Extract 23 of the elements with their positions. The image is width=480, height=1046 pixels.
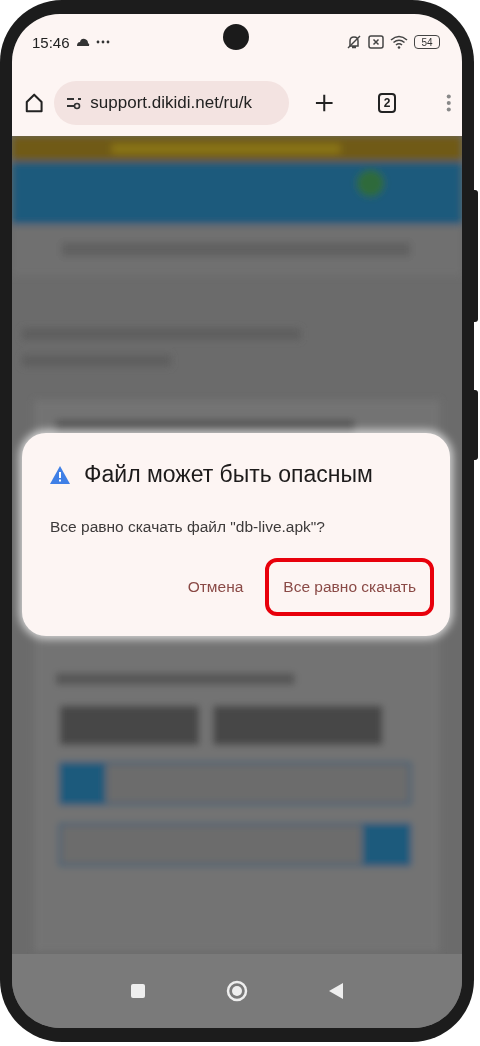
home-icon[interactable] <box>24 92 45 114</box>
home-circle-icon[interactable] <box>226 980 248 1002</box>
muted-bell-icon <box>346 34 362 50</box>
menu-icon[interactable] <box>446 93 452 113</box>
warning-icon <box>50 465 70 484</box>
plus-icon[interactable] <box>315 93 334 113</box>
clock-time: 15:46 <box>32 33 70 51</box>
camera-hole <box>223 24 249 50</box>
square-nav-icon[interactable] <box>130 983 146 999</box>
cloud-icon <box>75 38 90 46</box>
tune-icon[interactable] <box>66 96 83 110</box>
dialog-message: Все равно скачать файл "db-live.apk"? <box>50 518 326 536</box>
cancel-button[interactable]: Отмена <box>173 566 258 608</box>
wifi-icon <box>390 35 408 49</box>
tab-count-button[interactable]: 2 <box>377 93 397 113</box>
url-text: support.dikidi.net/ru/k <box>90 93 252 113</box>
back-triangle-icon[interactable] <box>328 982 344 1000</box>
dialog-title: Файл может быть опасным <box>84 461 373 488</box>
more-dots-icon <box>95 40 110 44</box>
x-box-icon <box>368 35 384 49</box>
download-button[interactable]: Все равно скачать <box>269 566 430 608</box>
battery-icon: 54 <box>414 35 440 49</box>
address-bar[interactable]: support.dikidi.net/ru/k <box>54 81 290 125</box>
